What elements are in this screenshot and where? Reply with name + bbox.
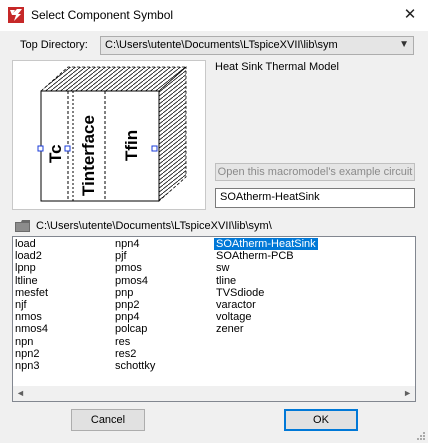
list-item[interactable]: zener bbox=[216, 323, 318, 335]
tc-label: Tc bbox=[46, 144, 65, 163]
cancel-button[interactable]: Cancel bbox=[71, 409, 145, 431]
scroll-left-icon[interactable]: ◄ bbox=[16, 388, 25, 398]
list-item[interactable]: load bbox=[15, 238, 48, 250]
list-item[interactable]: pmos bbox=[115, 262, 155, 274]
heatsink-symbol-drawing: Tc Tinterface Tfin bbox=[37, 66, 188, 202]
list-item-selected[interactable]: SOAtherm-HeatSink bbox=[214, 238, 318, 251]
list-item[interactable]: nmos bbox=[15, 311, 48, 323]
list-column-2: npn4 pjf pmos pmos4 pnp pnp2 pnp4 polcap… bbox=[115, 238, 155, 372]
top-directory-value: C:\Users\utente\Documents\LTspiceXVII\li… bbox=[105, 39, 338, 51]
list-item[interactable]: res2 bbox=[115, 348, 155, 360]
chevron-down-icon[interactable]: ▼ bbox=[399, 39, 409, 50]
list-item[interactable]: schottky bbox=[115, 360, 155, 372]
horizontal-scrollbar[interactable]: ◄ ► bbox=[13, 386, 415, 401]
list-item[interactable]: npn2 bbox=[15, 348, 48, 360]
resize-grip-icon[interactable] bbox=[416, 431, 426, 441]
list-item[interactable]: pnp bbox=[115, 287, 155, 299]
symbol-listbox[interactable]: load load2 lpnp ltline mesfet njf nmos n… bbox=[12, 236, 416, 402]
list-item[interactable]: ltline bbox=[15, 275, 48, 287]
list-item[interactable]: npn4 bbox=[115, 238, 155, 250]
list-item[interactable]: npn3 bbox=[15, 360, 48, 372]
list-item[interactable]: voltage bbox=[216, 311, 318, 323]
title-bar: Select Component Symbol ✕ bbox=[0, 0, 428, 31]
top-directory-label: Top Directory: bbox=[20, 39, 88, 51]
tinterface-label: Tinterface bbox=[79, 115, 98, 196]
list-item[interactable]: varactor bbox=[216, 299, 318, 311]
tfin-label: Tfin bbox=[122, 130, 141, 161]
list-item[interactable]: sw bbox=[216, 262, 318, 274]
window-title: Select Component Symbol bbox=[31, 8, 174, 22]
list-item[interactable]: load2 bbox=[15, 250, 48, 262]
list-column-1: load load2 lpnp ltline mesfet njf nmos n… bbox=[15, 238, 48, 372]
list-item[interactable]: lpnp bbox=[15, 262, 48, 274]
scroll-right-icon[interactable]: ► bbox=[403, 388, 412, 398]
list-item[interactable]: res bbox=[115, 336, 155, 348]
list-item[interactable]: TVSdiode bbox=[216, 287, 318, 299]
current-path: C:\Users\utente\Documents\LTspiceXVII\li… bbox=[36, 220, 272, 232]
list-item[interactable]: pjf bbox=[115, 250, 155, 262]
ok-button[interactable]: OK bbox=[284, 409, 358, 431]
list-column-3: SOAtherm-HeatSink SOAtherm-PCB sw tline … bbox=[214, 238, 318, 336]
list-item[interactable]: pnp2 bbox=[115, 299, 155, 311]
symbol-name-field[interactable]: SOAtherm-HeatSink bbox=[215, 188, 415, 208]
list-item[interactable]: tline bbox=[216, 275, 318, 287]
list-item[interactable]: SOAtherm-PCB bbox=[216, 250, 318, 262]
symbol-description: Heat Sink Thermal Model bbox=[215, 61, 339, 73]
list-item[interactable]: npn bbox=[15, 336, 48, 348]
list-item[interactable]: pmos4 bbox=[115, 275, 155, 287]
list-item[interactable]: nmos4 bbox=[15, 323, 48, 335]
open-example-button[interactable]: Open this macromodel's example circuit bbox=[215, 163, 415, 181]
list-item[interactable]: pnp4 bbox=[115, 311, 155, 323]
list-item[interactable]: mesfet bbox=[15, 287, 48, 299]
ltspice-app-icon bbox=[8, 7, 24, 23]
list-item[interactable]: polcap bbox=[115, 323, 155, 335]
close-button[interactable]: ✕ bbox=[396, 3, 424, 27]
symbol-preview: Tc Tinterface Tfin bbox=[12, 60, 206, 210]
top-directory-combobox[interactable]: C:\Users\utente\Documents\LTspiceXVII\li… bbox=[100, 36, 414, 55]
folder-icon bbox=[15, 220, 30, 232]
list-item[interactable]: njf bbox=[15, 299, 48, 311]
